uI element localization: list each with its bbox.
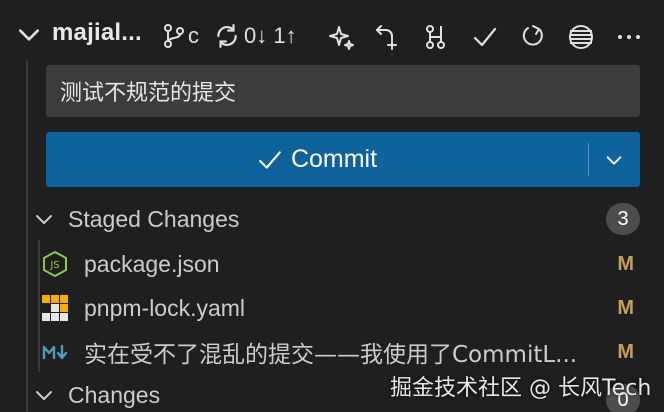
commit-button[interactable]: Commit [46, 132, 588, 187]
modified-status: M [617, 252, 634, 275]
undo-commit-icon [376, 25, 397, 50]
staged-changes-header[interactable]: Staged Changes 3 [30, 202, 664, 236]
nodejs-icon: JS [40, 249, 70, 279]
stash-icon [569, 25, 593, 49]
file-name: package.json [84, 250, 220, 277]
more-actions-button[interactable] [614, 22, 644, 52]
branch-icon [164, 24, 184, 48]
commit-options-dropdown[interactable] [588, 132, 640, 187]
list-item[interactable]: pnpm-lock.yaml M [40, 286, 664, 330]
sync-status[interactable]: 0↓ 1↑ [214, 20, 297, 52]
markdown-icon [40, 337, 70, 367]
tree-indent-guide [26, 60, 28, 412]
sync-icon [217, 24, 237, 48]
undo-commit-button[interactable] [372, 22, 402, 52]
svg-text:JS: JS [49, 260, 59, 271]
check-icon [259, 150, 281, 169]
changes-label: Changes [68, 381, 161, 408]
modified-status: M [617, 340, 634, 363]
watermark-text: 掘金技术社区 @ 长风Tech [390, 376, 652, 401]
file-name: 实在受不了混乱的提交——我使用了CommitL... [84, 342, 578, 368]
generate-message-button[interactable] [326, 22, 356, 52]
branch-indicator[interactable]: c [162, 20, 199, 52]
list-item[interactable]: 实在受不了混乱的提交——我使用了CommitL... M [40, 330, 664, 374]
stash-button[interactable] [566, 22, 596, 52]
branch-compare-button[interactable] [420, 22, 450, 52]
chevron-down-icon [36, 391, 52, 400]
refresh-icon [522, 25, 543, 46]
repository-name[interactable]: majial... [52, 19, 142, 47]
chevron-down-icon [36, 215, 52, 224]
refresh-button[interactable] [518, 22, 548, 52]
branch-compare-icon [426, 25, 445, 49]
staged-changes-label: Staged Changes [68, 205, 240, 232]
commit-message-input[interactable] [46, 65, 640, 117]
sparkle-icon [329, 26, 354, 50]
staged-count-badge: 3 [606, 203, 640, 235]
chevron-down-icon [606, 155, 622, 165]
list-item[interactable]: JS package.json M [40, 242, 664, 286]
modified-status: M [617, 296, 634, 319]
branch-name: c [188, 23, 199, 48]
commit-button-label: Commit [290, 145, 378, 173]
more-icon [618, 35, 640, 39]
commit-check-button[interactable] [470, 22, 500, 52]
file-name: pnpm-lock.yaml [84, 294, 246, 321]
source-control-header: majial... c 0↓ 1↑ [0, 14, 664, 58]
pnpm-icon [40, 293, 70, 323]
sync-counts: 0↓ 1↑ [244, 23, 297, 48]
chevron-down-icon[interactable] [16, 22, 42, 48]
check-icon [473, 27, 497, 47]
